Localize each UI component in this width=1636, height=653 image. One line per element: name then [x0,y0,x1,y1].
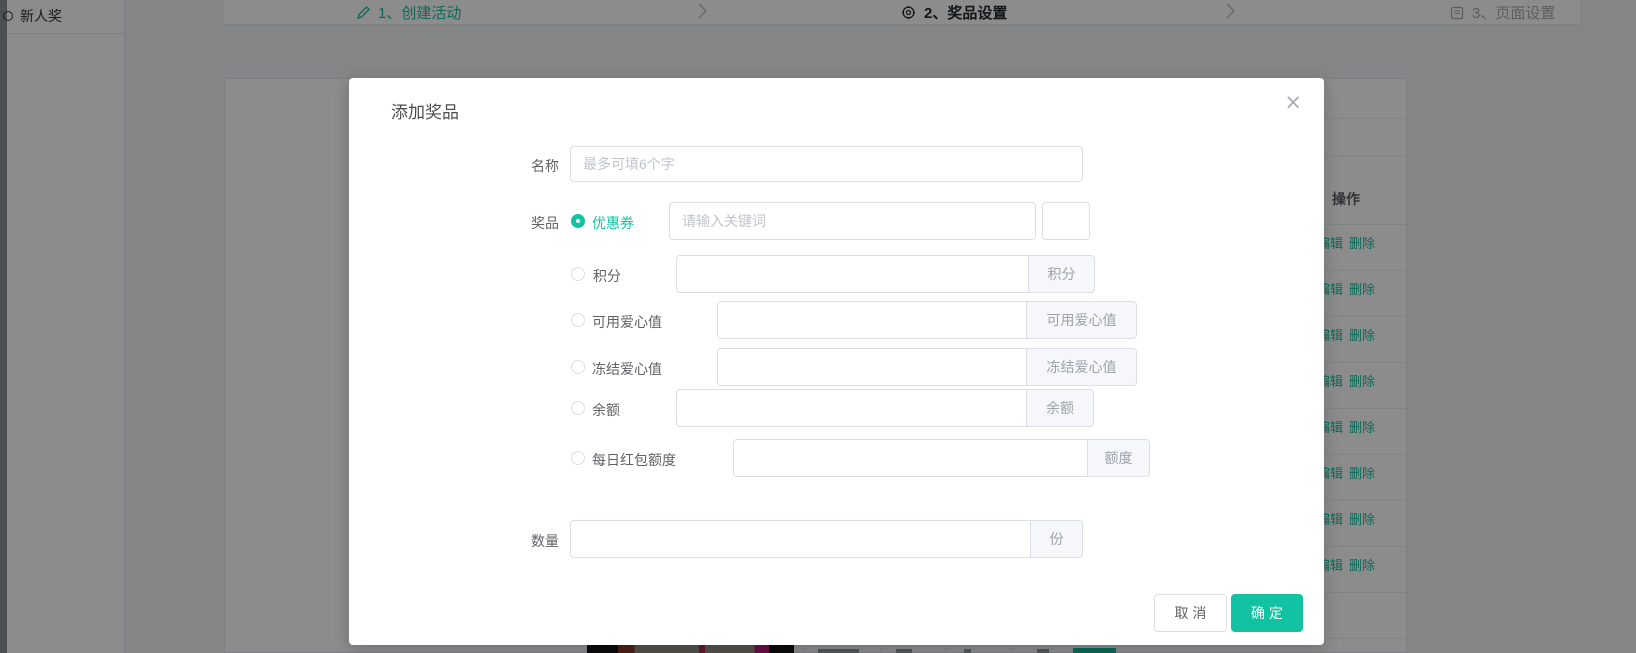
quantity-suffix: 份 [1031,520,1083,558]
radio-label[interactable]: 积分 [593,266,621,286]
quantity-label: 数量 [349,531,559,551]
add-prize-modal: 添加奖品 × 名称 奖品 优惠券 积分 积分 [349,78,1324,645]
radio-coupon[interactable] [571,214,585,228]
coupon-count-box[interactable] [1042,202,1090,240]
prize-option-points: 积分 积分 [349,255,1324,293]
cancel-button[interactable]: 取 消 [1154,594,1227,632]
radio-label[interactable]: 冻结爱心值 [592,359,662,379]
radio-available-love[interactable] [571,313,585,327]
prize-option-daily-redpacket: 每日红包额度 额度 [349,439,1324,477]
radio-balance[interactable] [571,401,585,415]
available-love-suffix: 可用爱心值 [1027,301,1137,339]
radio-points[interactable] [571,267,585,281]
frozen-love-suffix: 冻结爱心值 [1027,348,1137,386]
radio-label[interactable]: 每日红包额度 [592,450,676,470]
frozen-love-input[interactable] [717,348,1027,386]
prize-option-available-love: 可用爱心值 可用爱心值 [349,301,1324,339]
page-background: 新人奖 1、创建活动 2、奖品设置 3、页面设置 [0,0,1636,653]
prize-option-balance: 余额 余额 [349,389,1324,427]
radio-label[interactable]: 余额 [592,400,620,420]
available-love-input[interactable] [717,301,1027,339]
prize-option-frozen-love: 冻结爱心值 冻结爱心值 [349,348,1324,386]
quantity-input[interactable] [570,520,1031,558]
daily-redpacket-input[interactable] [733,439,1088,477]
radio-daily-redpacket[interactable] [571,451,585,465]
quantity-field-row: 数量 份 [349,520,1324,558]
daily-redpacket-suffix: 额度 [1088,439,1150,477]
name-input[interactable] [570,146,1083,182]
balance-input[interactable] [676,389,1027,427]
name-label: 名称 [349,156,559,176]
name-field-row: 名称 [349,146,1324,182]
modal-title: 添加奖品 [391,98,459,123]
radio-label[interactable]: 优惠券 [592,213,634,233]
radio-label[interactable]: 可用爱心值 [592,312,662,332]
close-icon[interactable]: × [1284,92,1302,113]
prize-option-coupon: 优惠券 [349,202,1324,240]
balance-suffix: 余额 [1027,389,1094,427]
points-input[interactable] [676,255,1029,293]
confirm-button[interactable]: 确 定 [1231,594,1303,632]
points-suffix: 积分 [1029,255,1095,293]
coupon-keyword-input[interactable] [669,202,1036,240]
radio-frozen-love[interactable] [571,360,585,374]
